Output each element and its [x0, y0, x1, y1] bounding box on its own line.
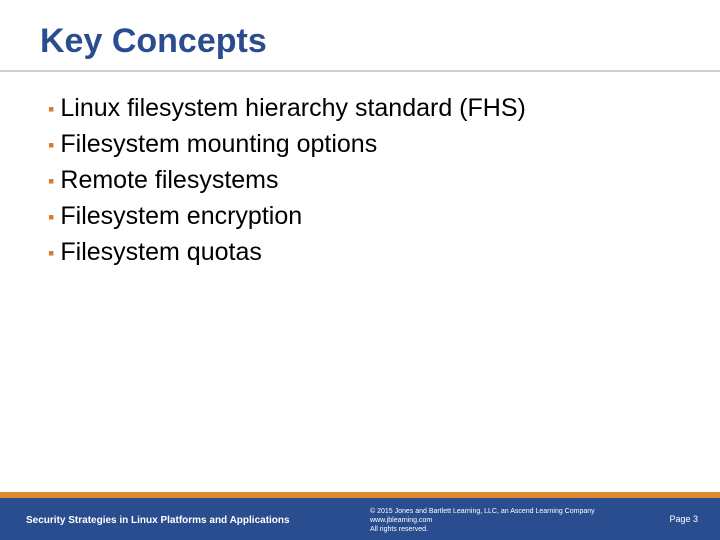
copyright-line: All rights reserved. — [370, 525, 595, 534]
bullet-text: Filesystem mounting options — [60, 128, 377, 160]
slide: Key Concepts ▪ Linux filesystem hierarch… — [0, 0, 720, 540]
bullet-item: ▪ Filesystem encryption — [48, 200, 680, 232]
slide-title: Key Concepts — [40, 22, 267, 61]
bullet-text: Filesystem encryption — [60, 200, 302, 232]
bullet-item: ▪ Linux filesystem hierarchy standard (F… — [48, 92, 680, 124]
copyright-line: © 2015 Jones and Bartlett Learning, LLC,… — [370, 507, 595, 516]
bullet-text: Filesystem quotas — [60, 236, 261, 268]
bullet-icon: ▪ — [48, 242, 54, 265]
footer-title: Security Strategies in Linux Platforms a… — [26, 515, 290, 526]
page-number: Page 3 — [669, 514, 698, 524]
slide-footer: Security Strategies in Linux Platforms a… — [0, 492, 720, 540]
title-underline — [0, 70, 720, 72]
bullet-icon: ▪ — [48, 170, 54, 193]
bullet-icon: ▪ — [48, 206, 54, 229]
slide-body: ▪ Linux filesystem hierarchy standard (F… — [48, 92, 680, 272]
bullet-item: ▪ Filesystem quotas — [48, 236, 680, 268]
bullet-text: Remote filesystems — [60, 164, 278, 196]
copyright-line: www.jblearning.com — [370, 516, 595, 525]
bullet-item: ▪ Filesystem mounting options — [48, 128, 680, 160]
footer-bar: Security Strategies in Linux Platforms a… — [0, 498, 720, 540]
bullet-icon: ▪ — [48, 134, 54, 157]
bullet-item: ▪ Remote filesystems — [48, 164, 680, 196]
bullet-icon: ▪ — [48, 98, 54, 121]
footer-copyright: © 2015 Jones and Bartlett Learning, LLC,… — [370, 507, 595, 534]
bullet-text: Linux filesystem hierarchy standard (FHS… — [60, 92, 525, 124]
